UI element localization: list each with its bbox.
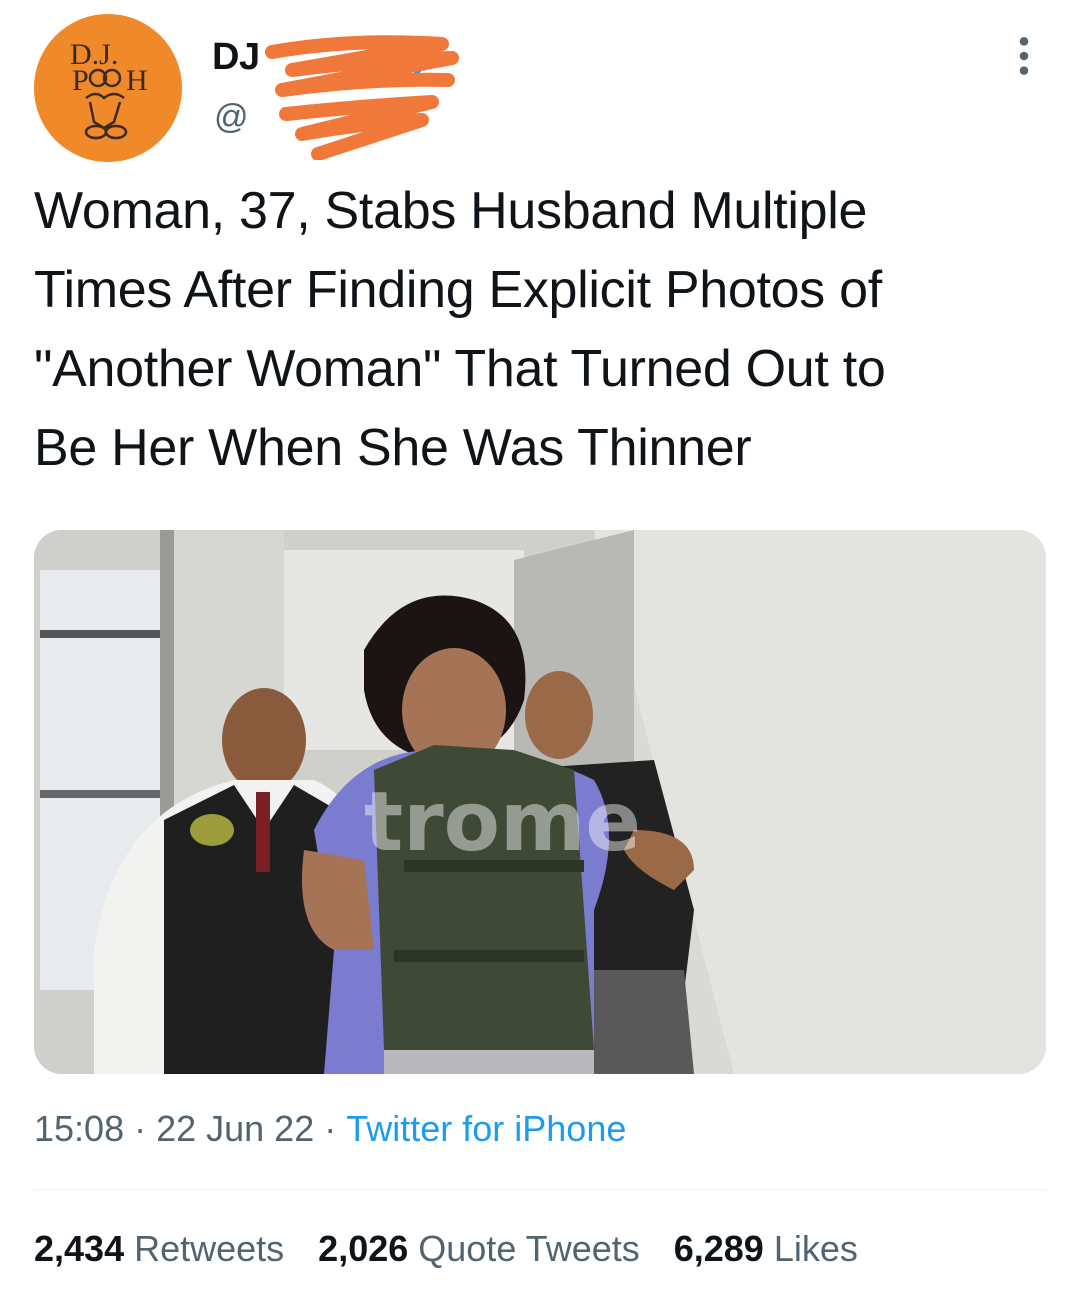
avatar[interactable]: D.J. P H: [34, 14, 182, 162]
more-dots-icon: [1019, 37, 1029, 75]
avatar-text-p: P: [72, 64, 89, 97]
tweet-detail: D.J. P H DJ H @ n Woman, 37, Stabs Husba…: [0, 0, 1080, 1292]
avatar-text-h: H: [126, 64, 148, 97]
tweet-date[interactable]: 22 Jun 22: [156, 1108, 314, 1149]
more-options-button[interactable]: [1000, 32, 1048, 80]
engagement-stats: 2,434 Retweets 2,026 Quote Tweets 6,289 Lik…: [34, 1228, 858, 1270]
user-identity[interactable]: DJ H @ n: [212, 30, 472, 160]
retweets-stat[interactable]: 2,434 Retweets: [34, 1228, 284, 1270]
quote-tweets-stat[interactable]: 2,026 Quote Tweets: [318, 1228, 640, 1270]
divider: [34, 1189, 1046, 1190]
verified-badge-icon: [402, 44, 432, 74]
avatar-logo-image: D.J. P H: [34, 14, 182, 162]
tweet-source-link[interactable]: Twitter for iPhone: [346, 1108, 626, 1149]
user-handle[interactable]: @ n: [214, 98, 397, 137]
separator-dot: ·: [134, 1108, 147, 1149]
tweet-photo[interactable]: trome: [34, 530, 1046, 1074]
likes-stat[interactable]: 6,289 Likes: [674, 1228, 858, 1270]
tweet-text: Woman, 37, Stabs Husband Multiple Times …: [34, 182, 886, 477]
tweet-time[interactable]: 15:08: [34, 1108, 124, 1149]
display-name[interactable]: DJ H: [212, 36, 397, 79]
photo-watermark: trome: [364, 775, 641, 870]
news-photo-image: trome: [34, 530, 1046, 1074]
tweet-metadata: 15:08 · 22 Jun 22 · Twitter for iPhone: [34, 1108, 626, 1150]
separator-dot: ·: [324, 1108, 337, 1149]
